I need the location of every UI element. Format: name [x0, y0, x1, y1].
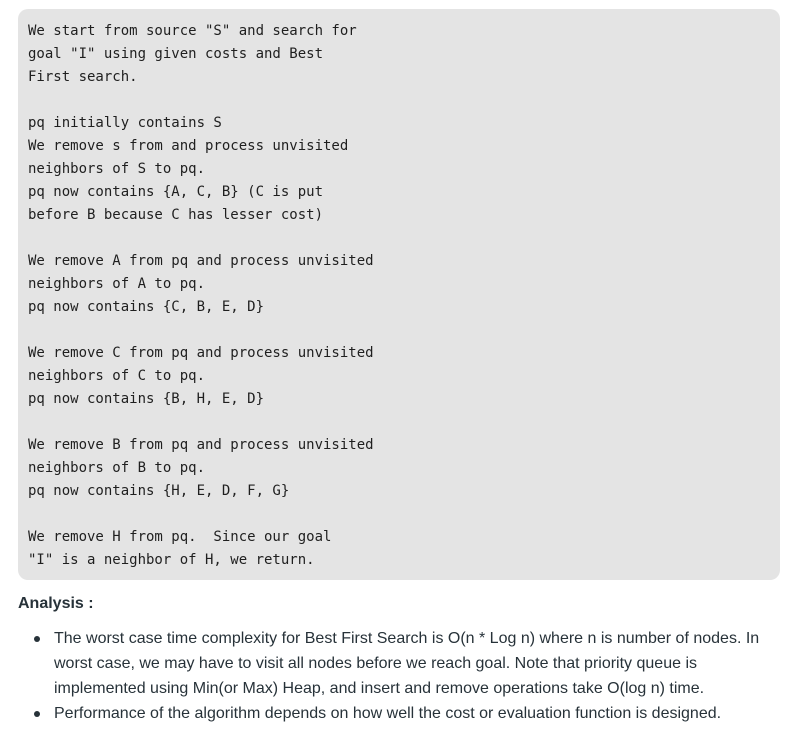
code-block: We start from source "S" and search for … [18, 9, 780, 580]
code-line: before B because C has lesser cost) [28, 207, 324, 223]
code-line: pq now contains {C, B, E, D} [28, 299, 265, 315]
list-item-text: The worst case time complexity for Best … [54, 630, 760, 697]
code-line: We remove s from and process unvisited [28, 138, 349, 154]
analysis-heading: Analysis : [18, 595, 94, 612]
bullet-icon [34, 636, 40, 642]
list-item-text: Performance of the algorithm depends on … [54, 705, 722, 722]
code-line: pq now contains {B, H, E, D} [28, 391, 265, 407]
bullet-icon [34, 711, 40, 717]
code-line: pq now contains {A, C, B} (C is put [28, 184, 324, 200]
code-line: neighbors of B to pq. [28, 460, 206, 476]
list-item: The worst case time complexity for Best … [0, 626, 798, 701]
code-line: We remove B from pq and process unvisite… [28, 437, 374, 453]
code-line: We remove H from pq. Since our goal [28, 529, 332, 545]
code-line: "I" is a neighbor of H, we return. [28, 552, 315, 568]
code-line: First search. [28, 69, 138, 85]
code-line: We start from source "S" and search for [28, 23, 357, 39]
code-line: neighbors of C to pq. [28, 368, 206, 384]
code-line: neighbors of S to pq. [28, 161, 206, 177]
code-line: We remove A from pq and process unvisite… [28, 253, 374, 269]
list-item: Performance of the algorithm depends on … [0, 701, 798, 726]
code-line: We remove C from pq and process unvisite… [28, 345, 374, 361]
code-line: pq initially contains S [28, 115, 222, 131]
code-line: pq now contains {H, E, D, F, G} [28, 483, 290, 499]
code-line: neighbors of A to pq. [28, 276, 206, 292]
analysis-list: The worst case time complexity for Best … [0, 626, 798, 726]
code-line: goal "I" using given costs and Best [28, 46, 324, 62]
